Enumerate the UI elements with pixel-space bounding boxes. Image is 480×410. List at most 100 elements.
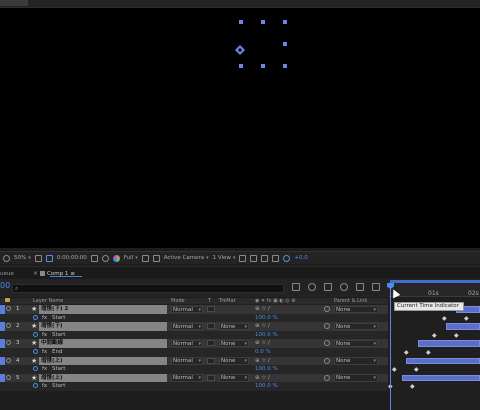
parent-select[interactable]: None ▾ (334, 305, 378, 313)
composition-mini-flowchart-icon[interactable] (292, 283, 300, 291)
stopwatch-icon[interactable] (33, 383, 38, 389)
show-snapshot-icon[interactable] (101, 254, 109, 262)
blend-mode-select[interactable]: Normal ▾ (171, 322, 203, 331)
property-track[interactable]: ◆◆ (388, 348, 480, 357)
grid-icon[interactable] (34, 254, 42, 262)
stopwatch-icon[interactable] (33, 314, 38, 320)
property-value[interactable]: 100.0 % (255, 332, 278, 338)
keyframe-icon[interactable]: ◆ (442, 315, 447, 322)
bbox-handle[interactable] (239, 20, 243, 24)
preserve-transparency-toggle[interactable] (207, 374, 215, 381)
layer-row[interactable]: 2 ★ 瑁愯(下) Normal ▾ None ▾ ⊕ ☆ / None ▾ (0, 322, 388, 331)
parent-select[interactable]: None ▾ (334, 357, 378, 365)
bbox-handle[interactable] (283, 42, 287, 46)
resolution-select[interactable]: Full ▾ (124, 255, 138, 261)
track-matte-select[interactable]: None ▾ (219, 339, 249, 348)
property-track[interactable]: ◆◆ (388, 314, 480, 323)
exposure-value[interactable]: +0.0 (294, 255, 307, 261)
parent-select[interactable]: None ▾ (334, 322, 378, 331)
bbox-handle[interactable] (239, 64, 243, 68)
always-preview-icon[interactable] (3, 254, 10, 262)
layer-track[interactable] (388, 322, 480, 331)
layer-name[interactable]: 瑁愯(上) (39, 356, 167, 366)
preserve-transparency-toggle[interactable] (207, 323, 215, 330)
bbox-handle[interactable] (261, 20, 265, 24)
close-icon[interactable]: × (33, 270, 38, 277)
layer-duration-bar[interactable] (402, 374, 480, 382)
keyframe-icon[interactable]: ◆ (410, 383, 415, 390)
layer-row[interactable]: 3 ★ 中間斷線 Normal ▾ None ▾ ⊕ ☆ / None ▾ (0, 339, 388, 348)
parent-select[interactable]: None ▾ (334, 339, 378, 348)
stopwatch-icon[interactable] (33, 348, 38, 354)
layer-name[interactable]: 瑁愯(下) 2 (39, 305, 167, 314)
viewer-tab[interactable] (0, 0, 28, 6)
property-value[interactable]: 100.0 % (255, 383, 278, 389)
graph-editor-icon[interactable] (372, 283, 380, 291)
track-matte-select[interactable]: None ▾ (219, 357, 249, 365)
parent-pickwhip-icon[interactable] (324, 340, 330, 347)
layer-switches[interactable]: ⊕ ☆ / (255, 323, 270, 329)
transparency-grid-icon[interactable] (152, 254, 160, 262)
blend-mode-select[interactable]: Normal ▾ (171, 374, 203, 382)
timeline-tracks[interactable]: ◆◆◆◆◆◆◆◆◆◆ (388, 298, 480, 410)
preserve-transparency-toggle[interactable] (207, 340, 215, 347)
visibility-icon[interactable] (6, 374, 11, 380)
parent-pickwhip-icon[interactable] (324, 357, 330, 364)
property-row[interactable]: fx Start 100.0 % (0, 382, 388, 391)
keyframe-icon[interactable]: ◆ (432, 332, 437, 339)
layer-switches[interactable]: ⊕ ☆ / (255, 375, 270, 381)
mask-visibility-icon[interactable] (45, 254, 53, 262)
layer-track[interactable] (388, 339, 480, 348)
parent-pickwhip-icon[interactable] (324, 374, 330, 381)
timeline-toggle-icon[interactable] (261, 254, 269, 262)
parent-select[interactable]: None ▾ (334, 374, 378, 382)
property-value[interactable]: 100.0 % (255, 315, 278, 321)
layer-switches[interactable]: ⊕ ☆ / (255, 340, 270, 346)
current-time-display[interactable]: 0:00:00:00 (57, 255, 87, 261)
view-layout-select[interactable]: 1 View ▾ (213, 255, 236, 261)
exposure-icon[interactable] (283, 254, 291, 262)
pixel-aspect-icon[interactable] (239, 254, 247, 262)
label-icon[interactable] (5, 298, 10, 302)
layer-name[interactable]: 瑁愯(下) (39, 322, 167, 331)
layer-label-color[interactable] (0, 322, 5, 331)
column-trkmat[interactable]: TrkMat (219, 298, 236, 304)
keyframe-icon[interactable]: ◆ (392, 366, 397, 373)
layer-name[interactable]: 瑁愯(上) (39, 373, 167, 383)
timeline-current-time[interactable]: 00 (0, 281, 10, 290)
layer-duration-bar[interactable] (446, 323, 480, 330)
blend-mode-select[interactable]: Normal ▾ (171, 305, 203, 313)
visibility-icon[interactable] (6, 357, 11, 363)
camera-select[interactable]: Active Camera ▾ (164, 255, 209, 261)
keyframe-icon[interactable]: ◆ (404, 349, 409, 356)
property-row[interactable]: fx Start 100.0 % (0, 365, 388, 374)
property-row[interactable]: fx Start 100.0 % (0, 313, 388, 323)
layer-duration-bar[interactable] (406, 357, 480, 365)
layer-row[interactable]: 5 ★ 瑁愯(上) Normal ▾ None ▾ ⊕ ☆ / None ▾ (0, 373, 388, 383)
layer-label-color[interactable] (0, 339, 5, 348)
current-time-indicator[interactable] (390, 283, 391, 410)
bbox-handle[interactable] (283, 20, 287, 24)
composition-viewer[interactable] (0, 8, 480, 248)
column-t[interactable]: T (208, 298, 211, 304)
parent-pickwhip-icon[interactable] (324, 323, 330, 330)
layer-name[interactable]: 中間斷線 (39, 339, 167, 348)
work-area-bar[interactable] (390, 280, 480, 283)
preserve-transparency-toggle[interactable] (207, 357, 215, 364)
layer-search-input[interactable]: ⌕ (12, 284, 284, 293)
anchor-point-icon[interactable] (235, 45, 245, 55)
color-channels-icon[interactable] (112, 254, 120, 262)
parent-pickwhip-icon[interactable] (324, 306, 330, 312)
visibility-icon[interactable] (6, 340, 11, 346)
fast-preview-icon[interactable] (250, 254, 258, 262)
layer-row[interactable]: 4 ★ 瑁愯(上) Normal ▾ None ▾ ⊕ ☆ / None ▾ (0, 356, 388, 366)
layer-label-color[interactable] (0, 373, 5, 383)
property-value[interactable]: 100.0 % (255, 366, 278, 372)
column-layer-name[interactable]: Layer Name (33, 298, 63, 304)
layer-label-color[interactable] (0, 305, 5, 314)
region-of-interest-icon[interactable] (141, 254, 149, 262)
layer-track[interactable] (388, 374, 480, 383)
layer-label-color[interactable] (0, 356, 5, 366)
flowchart-icon[interactable] (272, 254, 280, 262)
property-track[interactable]: ◆◆ (388, 382, 480, 391)
